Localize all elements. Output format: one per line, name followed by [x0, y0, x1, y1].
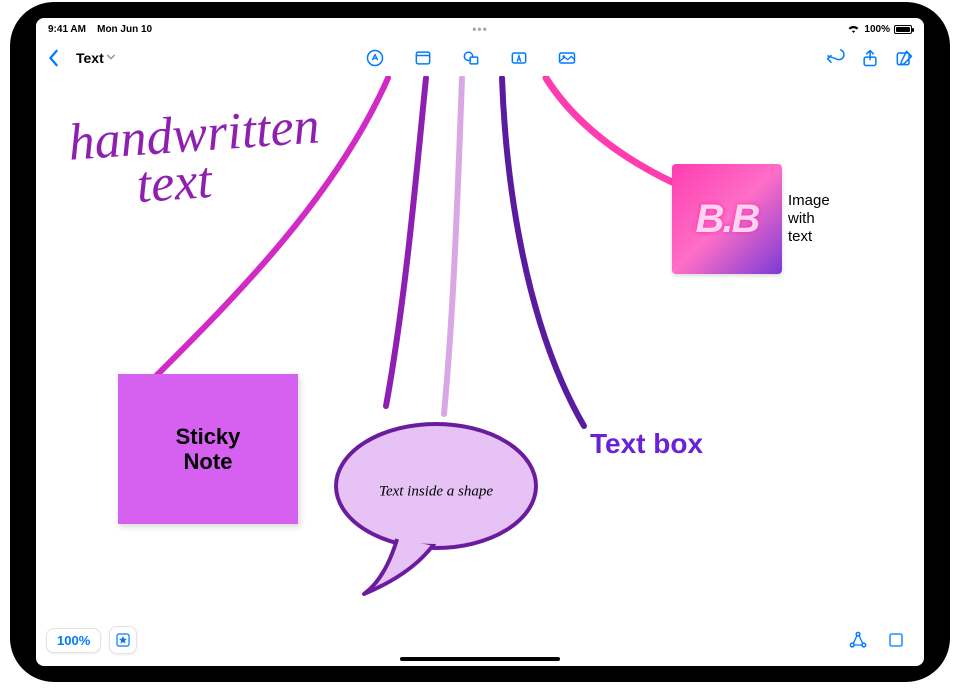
sticky-note[interactable]: Sticky Note [118, 374, 298, 524]
minimap-button[interactable] [882, 626, 910, 654]
speech-bubble-text: Text inside a shape [379, 483, 493, 500]
bottom-left-controls: 100% [46, 626, 137, 654]
image-caption: Image with text [788, 192, 830, 246]
battery-percent: 100% [864, 24, 890, 35]
sticky-note-text: Sticky Note [176, 424, 241, 475]
speech-bubble-shape[interactable]: Text inside a shape [326, 408, 546, 598]
ipad-frame: 9:41 AM Mon Jun 10 ••• 100% [10, 2, 950, 682]
document-title-text: Text [76, 50, 104, 66]
pen-tool-button[interactable] [361, 44, 389, 72]
share-button[interactable] [856, 44, 884, 72]
sticky-note-tool-button[interactable] [409, 44, 437, 72]
home-indicator[interactable] [400, 657, 560, 661]
wifi-icon [847, 23, 860, 36]
bottom-right-controls [844, 626, 910, 654]
screen: 9:41 AM Mon Jun 10 ••• 100% [36, 18, 924, 666]
compose-button[interactable] [890, 44, 918, 72]
collaboration-button[interactable] [844, 626, 872, 654]
status-left: 9:41 AM Mon Jun 10 [48, 24, 152, 35]
freeform-canvas[interactable]: handwritten text Sticky Note Text inside… [36, 76, 924, 666]
status-bar: 9:41 AM Mon Jun 10 ••• 100% [36, 18, 924, 40]
app-toolbar: Text [36, 40, 924, 76]
multitask-dots-icon[interactable]: ••• [472, 22, 488, 36]
zoom-level-button[interactable]: 100% [46, 628, 101, 653]
back-button[interactable] [42, 49, 66, 67]
shape-tool-button[interactable] [457, 44, 485, 72]
favorites-button[interactable] [109, 626, 137, 654]
image-tool-button[interactable] [553, 44, 581, 72]
document-title[interactable]: Text [72, 48, 120, 68]
text-box-tool-button[interactable] [505, 44, 533, 72]
undo-button[interactable] [822, 44, 850, 72]
image-with-text[interactable]: B.B [672, 164, 782, 274]
status-time: 9:41 AM [48, 24, 86, 35]
zoom-level-text: 100% [57, 633, 90, 648]
text-box[interactable]: Text box [590, 428, 703, 460]
battery-icon [894, 25, 912, 34]
handwritten-text[interactable]: handwritten text [67, 103, 324, 214]
status-right: 100% [847, 23, 912, 36]
image-inner-text: B.B [696, 197, 759, 242]
status-date: Mon Jun 10 [97, 24, 152, 35]
chevron-down-icon [106, 52, 116, 65]
